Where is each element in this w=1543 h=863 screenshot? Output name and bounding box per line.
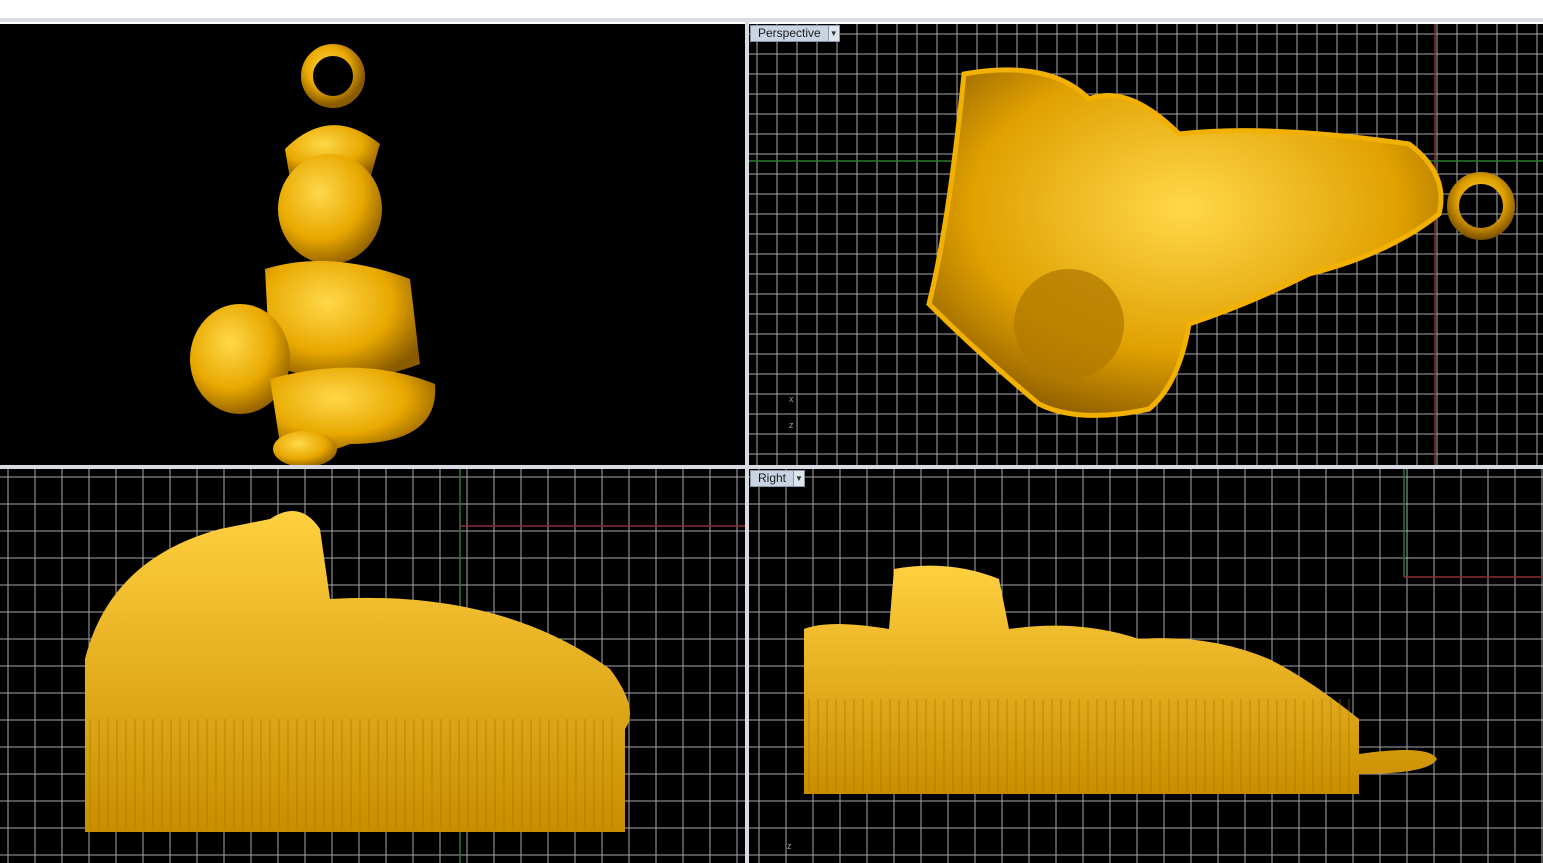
viewport-front[interactable] — [0, 24, 745, 465]
viewport-side[interactable] — [0, 469, 745, 863]
chevron-down-icon[interactable]: ▼ — [828, 25, 840, 42]
side-model-render — [85, 511, 630, 832]
viewport-name[interactable]: Perspective — [750, 25, 829, 42]
right-model-render: z — [787, 565, 1437, 851]
pendant-outline-shape — [926, 67, 1444, 418]
toolbar-separator — [0, 18, 1543, 22]
chevron-down-icon[interactable]: ▼ — [794, 470, 806, 487]
head-shape — [278, 154, 382, 264]
pendant-ring — [1447, 172, 1515, 240]
viewport-right[interactable]: z Right ▼ — [749, 469, 1543, 863]
viewport-splitter-vertical[interactable] — [745, 22, 749, 863]
title-bar — [0, 0, 1543, 18]
viewport-splitter-horizontal[interactable] — [0, 465, 1543, 469]
perspective-model-render: x z — [789, 67, 1515, 430]
extrusion-lines — [808, 699, 1350, 791]
pendant-ring — [301, 44, 365, 108]
side-profile-shape — [85, 511, 630, 832]
viewport-perspective[interactable]: x z Perspective ▼ — [749, 24, 1543, 465]
front-model-render — [190, 44, 436, 465]
axis-z-label: z — [787, 841, 792, 851]
viewport-title-perspective[interactable]: Perspective ▼ — [750, 25, 840, 42]
face-shape — [1014, 269, 1124, 379]
axis-z-label: z — [789, 420, 794, 430]
viewport-name[interactable]: Right — [750, 470, 795, 487]
viewport-title-right[interactable]: Right ▼ — [750, 470, 806, 487]
axis-x-label: x — [789, 394, 794, 404]
